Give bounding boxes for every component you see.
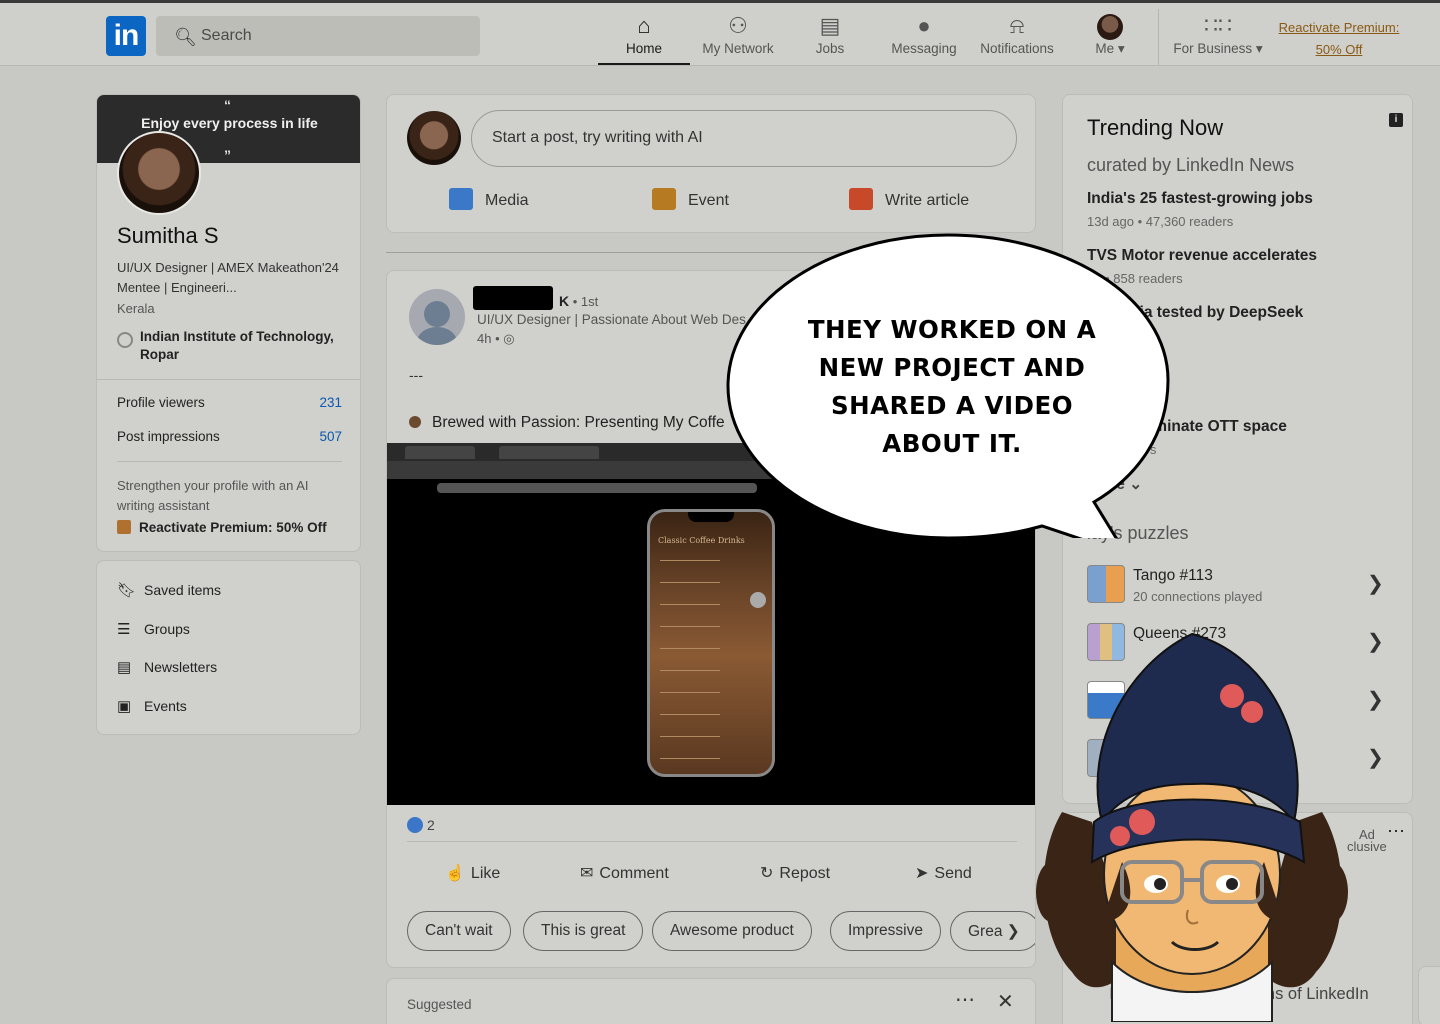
author-headline: UI/UX Designer | Passionate About Web De… <box>477 312 746 327</box>
write-article-button[interactable]: Write article <box>849 188 969 210</box>
image-icon <box>449 188 473 210</box>
event-button[interactable]: Event <box>652 188 729 210</box>
profile-name[interactable]: Sumitha S <box>117 223 219 249</box>
grid-icon: ∷∷ <box>1204 13 1232 38</box>
reply-chip[interactable]: Impressive <box>830 911 941 951</box>
cursor-dot <box>750 592 766 608</box>
post-text[interactable]: Brewed with Passion: Presenting My Coffe <box>409 414 725 432</box>
like-reaction-icon <box>407 817 423 833</box>
search-bar[interactable]: 🔍︎ Search <box>156 16 480 56</box>
chevron-right-icon: ❯ <box>1367 573 1384 595</box>
nav-jobs[interactable]: ▤ Jobs <box>800 11 860 65</box>
nav-my-network[interactable]: ⚇ My Network <box>694 11 782 65</box>
reply-chip[interactable]: Grea ❯ <box>950 911 1035 951</box>
reply-chip[interactable]: This is great <box>523 911 644 951</box>
premium-icon <box>117 520 131 534</box>
trending-subtitle: curated by LinkedIn News <box>1087 155 1295 175</box>
nav-home[interactable]: ⌂ Home <box>598 11 690 65</box>
reactivate-premium-button[interactable]: Reactivate Premium: 50% Off <box>117 520 327 535</box>
reaction-count[interactable]: 2 <box>407 817 435 833</box>
media-button[interactable]: Media <box>449 188 529 210</box>
linkedin-logo[interactable]: in <box>106 16 146 56</box>
post-dashes: --- <box>409 367 423 383</box>
bell-icon: ⍾ <box>1009 13 1025 38</box>
profile-location: Kerala <box>117 301 155 316</box>
calendar-icon: ▣ <box>117 698 132 715</box>
suggested-card: Suggested ⋯ ✕ <box>386 978 1036 1024</box>
chevron-right-icon: ❯ <box>1367 631 1384 653</box>
chevron-right-icon: ❯ <box>1367 747 1384 769</box>
newsletter-icon: ▤ <box>117 659 132 676</box>
post-impressions-row[interactable]: Post impressions 507 <box>117 429 342 444</box>
nav-for-business[interactable]: ∷∷ For Business ▾ <box>1168 11 1268 65</box>
suggested-label: Suggested <box>407 997 472 1012</box>
send-button[interactable]: ➤ Send <box>915 863 972 883</box>
strengthen-profile-text: Strengthen your profile with an AI writi… <box>117 478 309 513</box>
phone-mockup: Classic Coffee Drinks <box>647 509 775 777</box>
nav-notifications[interactable]: ⍾ Notifications <box>974 11 1060 65</box>
info-icon[interactable]: i <box>1389 113 1403 127</box>
groups-icon: ☰ <box>117 621 131 638</box>
trending-title: Trending Now <box>1087 115 1224 140</box>
avatar <box>407 111 461 165</box>
search-input[interactable]: Search <box>201 27 252 45</box>
more-options-icon[interactable]: ⋯ <box>1387 821 1405 842</box>
network-icon: ⚇ <box>728 13 748 38</box>
chevron-down-icon: ▾ <box>1255 41 1263 56</box>
top-nav: in 🔍︎ Search ⌂ Home ⚇ My Network ▤ Jobs … <box>0 0 1440 66</box>
newsletters-link[interactable]: ▤ Newsletters <box>117 658 217 676</box>
calendar-icon <box>652 188 676 210</box>
repost-icon: ↻ <box>760 865 774 882</box>
close-icon[interactable]: ✕ <box>997 989 1014 1014</box>
nav-me[interactable]: Me ▾ <box>1082 11 1138 65</box>
reply-chip[interactable]: Awesome product <box>652 911 812 951</box>
bookmark-icon: 🔖︎ <box>117 582 137 599</box>
speech-bubble-text: THEY WORKED ON A NEW PROJECT AND SHARED … <box>807 315 1097 458</box>
ad-exclusive: clusive <box>1347 839 1387 854</box>
chevron-down-icon: ▾ <box>1117 41 1125 56</box>
coffee-icon <box>409 416 421 428</box>
profile-education[interactable]: Indian Institute of Technology, Ropar <box>117 328 352 364</box>
school-icon <box>117 332 133 348</box>
profile-headline: UI/UX Designer | AMEX Makeathon'24 Mente… <box>117 260 339 295</box>
like-button[interactable]: ☝ Like <box>445 863 500 883</box>
repost-button[interactable]: ↻ Repost <box>760 863 830 883</box>
profile-photo[interactable] <box>117 131 201 215</box>
trending-item[interactable]: India's 25 fastest-growing jobs 13d ago •… <box>1087 190 1397 229</box>
chat-icon: ● <box>917 13 931 38</box>
avatar <box>1097 14 1123 41</box>
groups-link[interactable]: ☰ Groups <box>117 620 190 638</box>
globe-icon: ◎ <box>503 331 515 346</box>
more-options-icon[interactable]: ⋯ <box>955 987 975 1012</box>
nav-divider <box>1158 9 1159 65</box>
home-icon: ⌂ <box>637 13 651 38</box>
comment-icon: ✉ <box>580 865 594 882</box>
author-avatar[interactable] <box>409 289 465 345</box>
saved-items-link[interactable]: 🔖︎ Saved items <box>117 581 221 599</box>
reply-chip[interactable]: Can't wait <box>407 911 511 951</box>
like-icon: ☝ <box>445 865 465 882</box>
profile-card: “ Enjoy every process in life ” Sumitha … <box>96 94 361 552</box>
cartoon-avatar <box>1036 632 1348 1022</box>
events-link[interactable]: ▣ Events <box>117 697 187 715</box>
chevron-right-icon[interactable]: ❯ <box>1007 923 1020 940</box>
post-composer: Start a post, try writing with AI Media … <box>386 94 1036 233</box>
partial-card <box>1418 966 1440 1024</box>
shortcuts-card: 🔖︎ Saved items ☰ Groups ▤ Newsletters ▣ Even… <box>96 560 361 735</box>
tango-icon <box>1087 565 1125 603</box>
comment-button[interactable]: ✉ Comment <box>580 863 669 883</box>
connection-degree: K • 1st <box>559 293 599 309</box>
article-icon <box>849 188 873 210</box>
puzzle-tango[interactable]: Tango #113 20 connections played ❯ <box>1087 565 1387 605</box>
post-timestamp: 4h • ◎ <box>477 331 515 346</box>
briefcase-icon: ▤ <box>819 13 841 38</box>
profile-viewers-row[interactable]: Profile viewers 231 <box>117 395 342 410</box>
chevron-right-icon: ❯ <box>1367 689 1384 711</box>
start-post-input[interactable]: Start a post, try writing with AI <box>471 110 1017 167</box>
search-icon: 🔍︎ <box>174 27 197 47</box>
reactivate-premium-link[interactable]: Reactivate Premium: 50% Off <box>1272 17 1406 61</box>
nav-messaging[interactable]: ● Messaging <box>886 11 962 65</box>
redacted-author-name <box>473 286 553 310</box>
send-icon: ➤ <box>915 865 929 882</box>
